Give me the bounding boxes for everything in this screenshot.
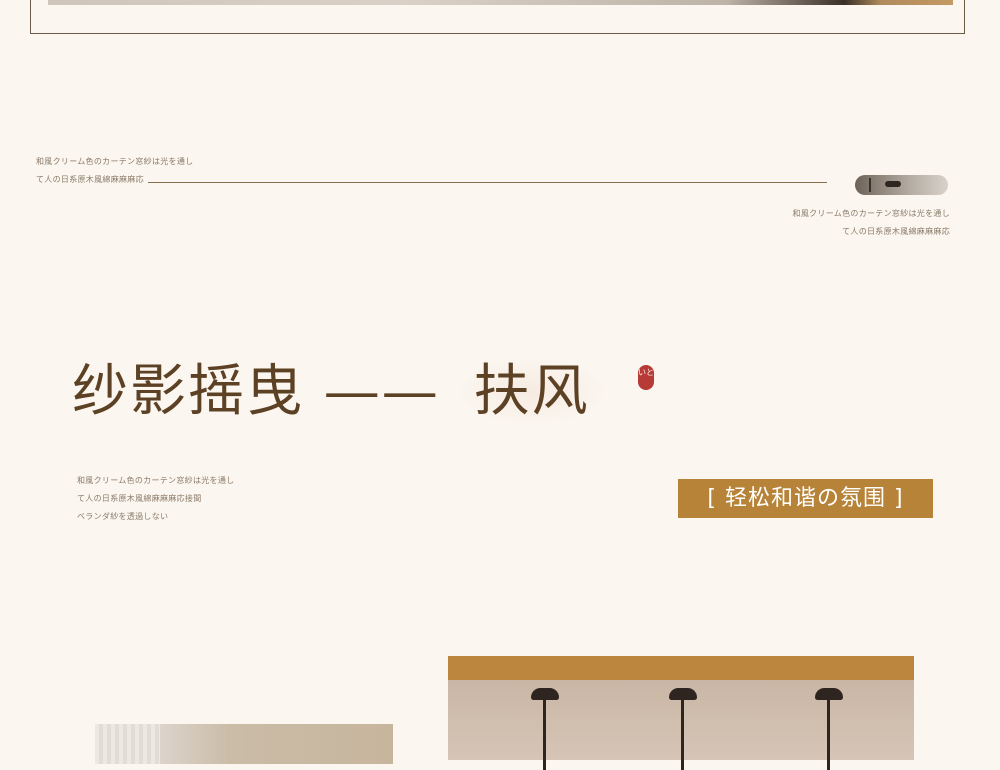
thumbnail-photo — [855, 175, 948, 195]
intro-right-line-1: 和風クリーム色のカーテン窓紗は光を通し — [792, 209, 950, 218]
photo-accent-band — [448, 656, 914, 680]
description-line-2: て人の日系原木風綿麻麻麻応接間 — [77, 494, 202, 503]
pendant-lamps-photo — [448, 680, 914, 770]
description-line-3: ベランダ紗を透過しない — [77, 512, 169, 521]
intro-right-line-2: て人の日系原木風綿麻麻麻応 — [842, 227, 950, 236]
top-image-frame — [30, 0, 965, 34]
thumbnail-object — [885, 181, 901, 187]
top-photo — [48, 0, 953, 5]
section-title-accent: 扶风 — [459, 359, 604, 424]
curtain-photo — [95, 724, 393, 764]
divider-line — [148, 182, 827, 183]
thumbnail-chair-leg — [869, 178, 871, 192]
intro-left-line-2: て人の日系原木風綿麻麻麻応 — [36, 175, 144, 184]
sheer-curtain — [95, 724, 160, 764]
section-title: 纱影摇曳 —— 扶风 — [72, 352, 604, 432]
intro-left-line-1: 和風クリーム色のカーテン窓紗は光を通し — [36, 157, 194, 166]
description-line-1: 和風クリーム色のカーテン窓紗は光を通し — [77, 476, 235, 485]
atmosphere-tag: [ 轻松和谐の氛围 ] — [678, 479, 933, 518]
section-title-main: 纱影摇曳 —— — [72, 359, 460, 424]
seal-stamp: いと — [638, 365, 654, 390]
